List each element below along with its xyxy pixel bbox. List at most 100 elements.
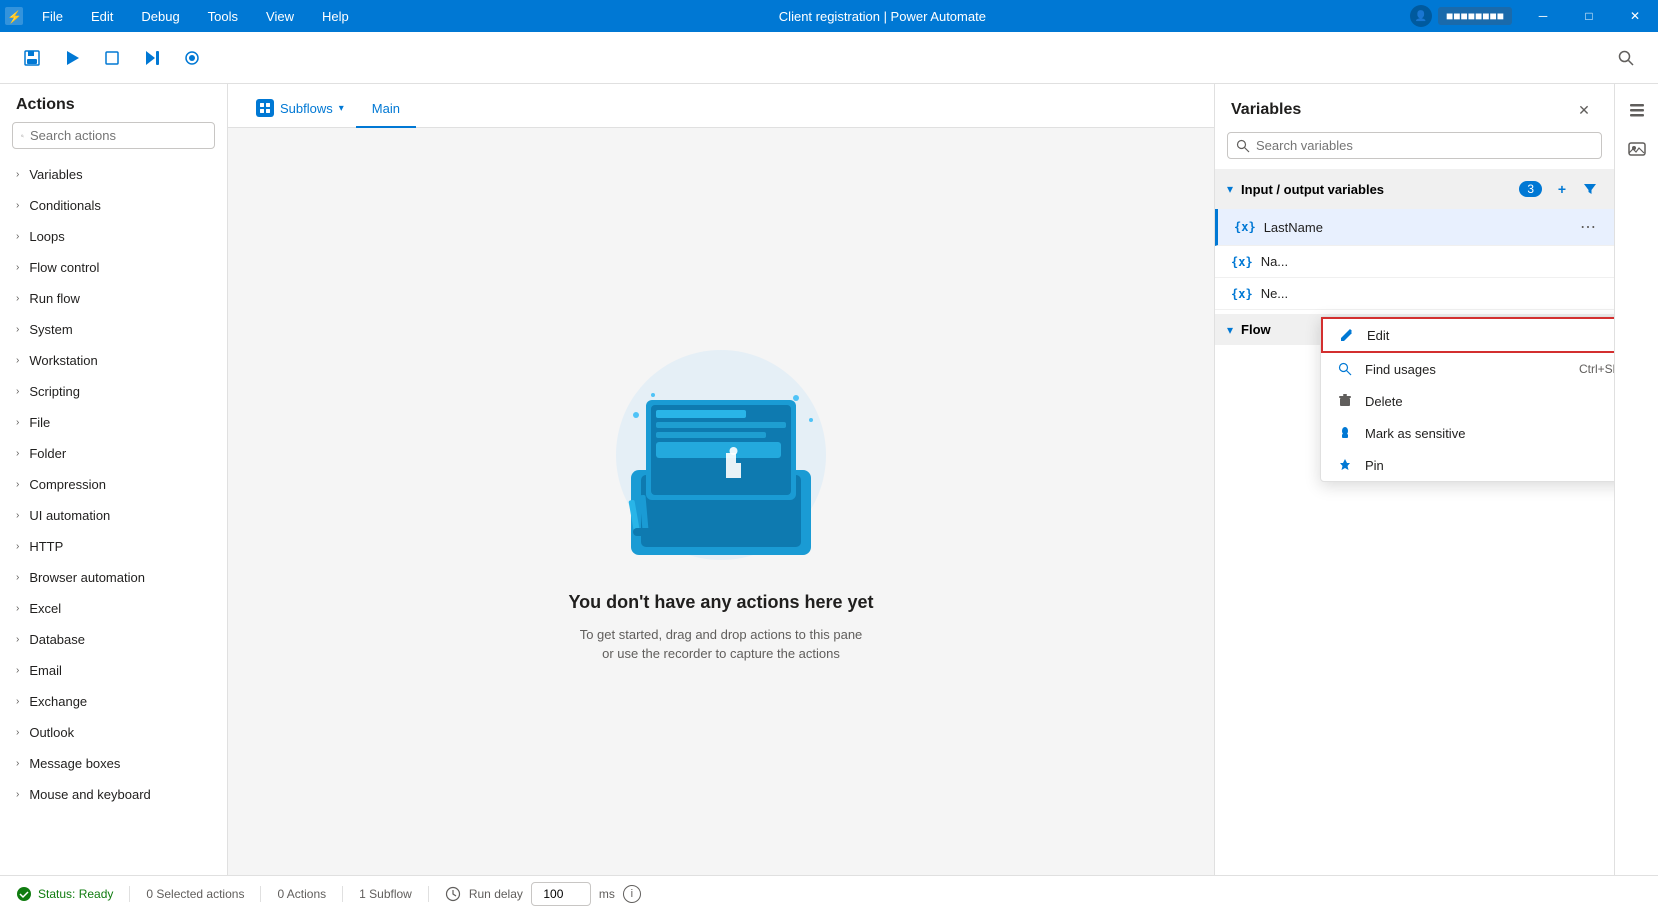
- step-button[interactable]: [136, 42, 168, 74]
- empty-state-illustration: [581, 340, 861, 580]
- minimize-button[interactable]: ─: [1520, 0, 1566, 32]
- action-item-excel[interactable]: › Excel: [0, 593, 227, 624]
- search-actions-input[interactable]: [30, 128, 206, 143]
- input-output-section-header[interactable]: ▾ Input / output variables 3 +: [1215, 169, 1614, 209]
- menu-edit[interactable]: Edit: [77, 0, 127, 32]
- action-item-conditionals[interactable]: › Conditionals: [0, 190, 227, 221]
- menu-tools[interactable]: Tools: [194, 0, 252, 32]
- chevron-icon: ›: [16, 696, 19, 707]
- action-item-label: Loops: [29, 229, 64, 244]
- subflows-icon: [256, 99, 274, 117]
- variables-body: ▾ Input / output variables 3 + {x}: [1215, 169, 1614, 875]
- layers-icon-button[interactable]: [1619, 92, 1655, 128]
- tab-main[interactable]: Main: [356, 91, 416, 128]
- chevron-icon: ›: [16, 479, 19, 490]
- save-button[interactable]: [16, 42, 48, 74]
- menu-help[interactable]: Help: [308, 0, 363, 32]
- pin-icon: [1337, 457, 1353, 473]
- chevron-icon: ›: [16, 293, 19, 304]
- user-area[interactable]: 👤 ■■■■■■■■: [1402, 5, 1520, 27]
- variable-icon: {x}: [1234, 220, 1256, 234]
- action-item-outlook[interactable]: › Outlook: [0, 717, 227, 748]
- context-menu-pin-label: Pin: [1365, 458, 1384, 473]
- center-panel: Subflows ▾ Main: [228, 84, 1214, 875]
- run-delay-info-button[interactable]: i: [623, 885, 641, 903]
- chevron-icon: ›: [16, 603, 19, 614]
- action-item-run-flow[interactable]: › Run flow: [0, 283, 227, 314]
- variable-menu-button[interactable]: ⋯: [1578, 217, 1598, 237]
- action-item-system[interactable]: › System: [0, 314, 227, 345]
- action-item-email[interactable]: › Email: [0, 655, 227, 686]
- close-button[interactable]: ✕: [1612, 0, 1658, 32]
- action-item-compression[interactable]: › Compression: [0, 469, 227, 500]
- context-menu-edit[interactable]: Edit: [1321, 317, 1614, 353]
- menu-file[interactable]: File: [28, 0, 77, 32]
- action-item-exchange[interactable]: › Exchange: [0, 686, 227, 717]
- action-item-file[interactable]: › File: [0, 407, 227, 438]
- subflows-button[interactable]: Subflows ▾: [244, 89, 356, 127]
- run-button[interactable]: [56, 42, 88, 74]
- action-item-workstation[interactable]: › Workstation: [0, 345, 227, 376]
- action-item-label: Message boxes: [29, 756, 120, 771]
- action-item-loops[interactable]: › Loops: [0, 221, 227, 252]
- user-avatar: 👤: [1410, 5, 1432, 27]
- menu-view[interactable]: View: [252, 0, 308, 32]
- chevron-icon: ›: [16, 510, 19, 521]
- add-variable-button[interactable]: +: [1550, 177, 1574, 201]
- find-usages-shortcut: Ctrl+Shift+F: [1579, 362, 1614, 376]
- action-item-folder[interactable]: › Folder: [0, 438, 227, 469]
- actions-search-box[interactable]: [12, 122, 215, 149]
- action-item-mouse-keyboard[interactable]: › Mouse and keyboard: [0, 779, 227, 810]
- variable-name: LastName: [1264, 220, 1570, 235]
- chevron-icon: ›: [16, 758, 19, 769]
- variables-close-button[interactable]: ✕: [1570, 96, 1598, 124]
- variable-icon: {x}: [1231, 255, 1253, 269]
- action-item-http[interactable]: › HTTP: [0, 531, 227, 562]
- section-collapse-icon: ▾: [1227, 323, 1233, 337]
- action-item-variables[interactable]: › Variables: [0, 159, 227, 190]
- context-menu-mark-sensitive[interactable]: Mark as sensitive: [1321, 417, 1614, 449]
- variables-panel: Variables ✕ ▾ Input / output variables: [1214, 84, 1614, 875]
- search-variables-input[interactable]: [1256, 138, 1593, 153]
- maximize-button[interactable]: □: [1566, 0, 1612, 32]
- context-menu: Edit Find usages Ctrl+Shift+F: [1320, 316, 1614, 482]
- status-divider: [342, 886, 343, 902]
- variables-search-box[interactable]: [1227, 132, 1602, 159]
- toolbar: [0, 32, 1658, 84]
- variable-item-ne[interactable]: {x} Ne...: [1215, 278, 1614, 310]
- variable-item-lastname[interactable]: {x} LastName ⋯: [1215, 209, 1614, 246]
- title-bar: ⚡ File Edit Debug Tools View Help Client…: [0, 0, 1658, 32]
- context-menu-find-usages[interactable]: Find usages Ctrl+Shift+F: [1321, 353, 1614, 385]
- chevron-icon: ›: [16, 262, 19, 273]
- record-button[interactable]: [176, 42, 208, 74]
- context-menu-pin[interactable]: Pin: [1321, 449, 1614, 481]
- chevron-icon: ›: [16, 541, 19, 552]
- empty-state-subtitle: To get started, drag and drop actions to…: [580, 625, 863, 664]
- search-icon: [21, 129, 24, 143]
- action-item-database[interactable]: › Database: [0, 624, 227, 655]
- context-menu-delete[interactable]: Delete Del: [1321, 385, 1614, 417]
- chevron-icon: ›: [16, 324, 19, 335]
- chevron-icon: ›: [16, 789, 19, 800]
- stop-button[interactable]: [96, 42, 128, 74]
- empty-state-title: You don't have any actions here yet: [568, 592, 873, 613]
- status-divider: [129, 886, 130, 902]
- action-item-scripting[interactable]: › Scripting: [0, 376, 227, 407]
- menu-debug[interactable]: Debug: [127, 0, 193, 32]
- variable-item-na[interactable]: {x} Na...: [1215, 246, 1614, 278]
- action-item-label: UI automation: [29, 508, 110, 523]
- action-item-message-boxes[interactable]: › Message boxes: [0, 748, 227, 779]
- action-item-label: Conditionals: [29, 198, 101, 213]
- actions-count: 0 Actions: [277, 887, 326, 901]
- io-section-count: 3: [1519, 181, 1542, 197]
- action-item-browser-automation[interactable]: › Browser automation: [0, 562, 227, 593]
- image-icon-button[interactable]: [1619, 132, 1655, 168]
- filter-button[interactable]: [1578, 177, 1602, 201]
- io-section-title: Input / output variables: [1241, 182, 1511, 197]
- action-item-ui-automation[interactable]: › UI automation: [0, 500, 227, 531]
- selected-actions-count: 0 Selected actions: [146, 887, 244, 901]
- action-item-flow-control[interactable]: › Flow control: [0, 252, 227, 283]
- run-delay-input[interactable]: [531, 882, 591, 906]
- app-body: Actions › Variables › Conditionals: [0, 32, 1658, 911]
- canvas-search-button[interactable]: [1610, 42, 1642, 74]
